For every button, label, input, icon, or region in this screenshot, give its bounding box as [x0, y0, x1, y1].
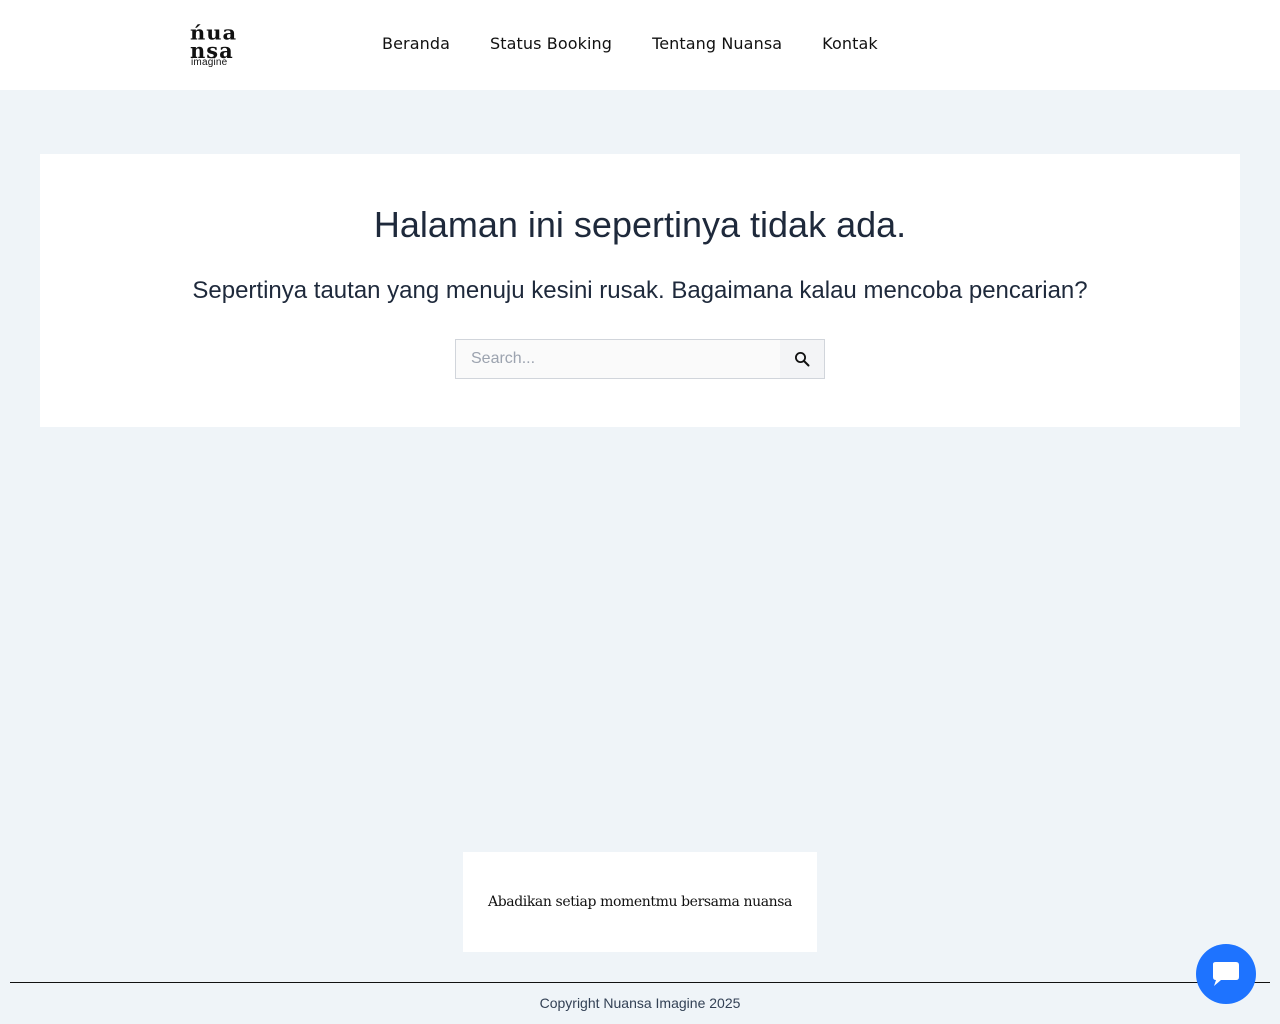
- search-icon: [795, 352, 810, 367]
- site-header: ńua nsa imagine Beranda Status Booking T…: [0, 0, 1280, 90]
- site-logo[interactable]: ńua nsa imagine: [190, 22, 240, 68]
- search-input[interactable]: [456, 340, 782, 378]
- search-button[interactable]: [780, 340, 824, 378]
- nav-item-kontak[interactable]: Kontak: [822, 34, 878, 53]
- search-form: [455, 339, 825, 379]
- tagline-text: Abadikan setiap momentmu bersama nuansa: [487, 894, 792, 910]
- chat-button[interactable]: [1196, 944, 1256, 1004]
- page-subtitle: Sepertinya tautan yang menuju kesini rus…: [192, 277, 1088, 304]
- nav-item-beranda[interactable]: Beranda: [382, 34, 450, 53]
- nav-item-tentang-nuansa[interactable]: Tentang Nuansa: [652, 34, 782, 53]
- main-nav: Beranda Status Booking Tentang Nuansa Ko…: [382, 31, 878, 55]
- tagline-card: Abadikan setiap momentmu bersama nuansa: [463, 852, 817, 952]
- logo-line-1: ńua: [190, 20, 238, 45]
- not-found-card: Halaman ini sepertinya tidak ada. Sepert…: [40, 154, 1240, 427]
- nav-item-status-booking[interactable]: Status Booking: [490, 34, 612, 53]
- chat-icon: [1213, 962, 1239, 986]
- footer-divider: [10, 982, 1270, 983]
- page-title: Halaman ini sepertinya tidak ada.: [373, 204, 907, 245]
- copyright-text: Copyright Nuansa Imagine 2025: [539, 995, 741, 1011]
